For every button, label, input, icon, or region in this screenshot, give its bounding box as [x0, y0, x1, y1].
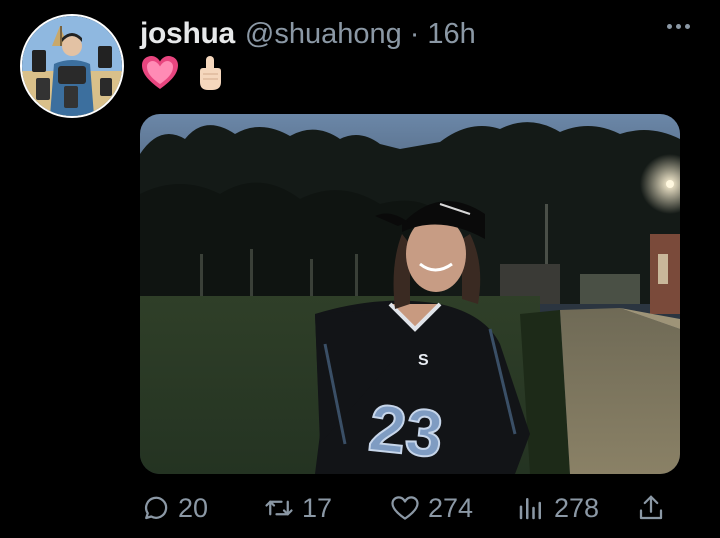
views-icon [519, 498, 541, 520]
share-icon [639, 495, 663, 520]
jersey-letter: S [418, 352, 429, 369]
retweet-icon [265, 500, 293, 516]
author-handle[interactable]: @shuahong [245, 18, 402, 51]
author-avatar[interactable] [20, 14, 124, 118]
views-button[interactable]: 278 [516, 488, 599, 528]
retweet-count: 17 [302, 492, 333, 523]
reply-count: 20 [178, 492, 209, 523]
author-display-name[interactable]: joshua [140, 17, 235, 51]
reply-button[interactable]: 20 [140, 488, 208, 528]
tweet-timestamp[interactable]: 16h [427, 18, 475, 51]
raised-index-finger-icon [200, 56, 221, 90]
tweet-photo[interactable]: S 23 [140, 114, 680, 474]
more-icon[interactable] [667, 24, 690, 29]
share-button[interactable] [636, 488, 666, 528]
like-button[interactable]: 274 [390, 488, 473, 528]
tweet-header: joshua @shuahong · 16h [140, 16, 476, 52]
retweet-button[interactable]: 17 [264, 488, 332, 528]
views-count: 278 [554, 492, 600, 523]
like-icon [391, 496, 419, 520]
tweet-actions: 20 17 274 278 [140, 488, 680, 528]
like-count: 274 [428, 492, 474, 523]
reply-icon [145, 496, 168, 520]
jersey-number: 23 [366, 390, 447, 471]
pink-heart-icon [142, 56, 178, 89]
header-separator: · [409, 17, 420, 50]
tweet-text [140, 54, 230, 92]
